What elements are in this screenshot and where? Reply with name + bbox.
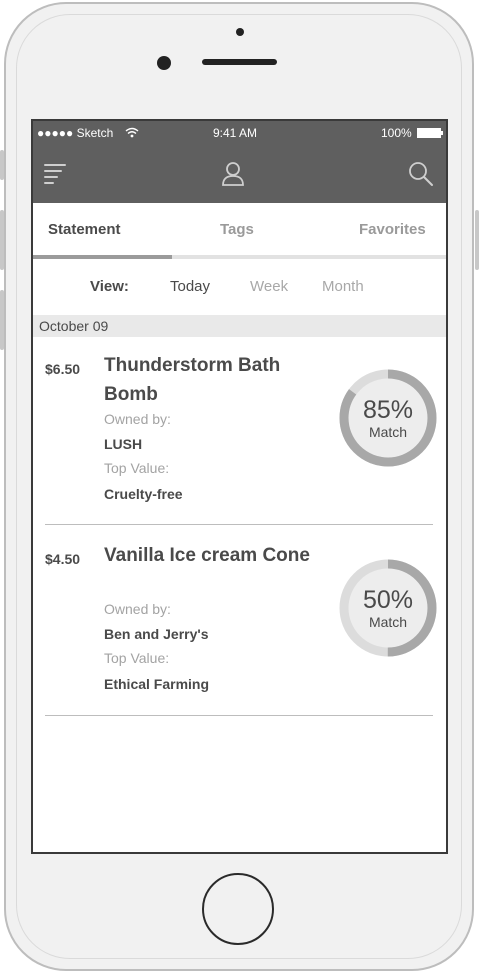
date-header: October 09 <box>33 315 446 337</box>
view-option-month[interactable]: Month <box>322 278 364 295</box>
top-value: Cruelty-free <box>104 486 183 502</box>
item-name: Vanilla Ice cream Cone <box>104 545 310 566</box>
battery-label: 100% <box>381 126 412 140</box>
search-icon[interactable] <box>408 161 434 187</box>
volume-button <box>0 150 4 180</box>
item-price: $4.50 <box>45 551 81 567</box>
match-gauge: 50% Match <box>337 557 439 659</box>
list-divider <box>45 524 433 525</box>
tab-tags[interactable]: Tags <box>220 221 254 238</box>
owner-value: Ben and Jerry's <box>104 626 209 642</box>
clock-label: 9:41 AM <box>213 126 258 140</box>
carrier-label: ●●●●● Sketch <box>37 126 114 140</box>
menu-icon[interactable] <box>43 161 67 187</box>
match-percent: 50% <box>362 586 414 614</box>
volume-button <box>0 290 4 350</box>
item-name: Thunderstorm Bath Bomb <box>104 355 281 405</box>
owned-by-label: Owned by: <box>104 411 171 427</box>
tab-track <box>33 255 446 259</box>
tab-bar: Statement Tags Favorites <box>33 203 446 259</box>
view-label: View: <box>90 278 129 295</box>
owner-value: LUSH <box>104 436 143 452</box>
camera-lens <box>157 56 171 70</box>
wifi-icon <box>125 127 139 138</box>
top-value-label: Top Value: <box>104 650 170 666</box>
volume-button <box>0 210 4 270</box>
power-button <box>475 210 479 270</box>
match-label: Match <box>368 424 408 440</box>
home-button[interactable] <box>202 873 274 945</box>
view-option-today[interactable]: Today <box>170 278 210 295</box>
speaker-grille <box>202 59 277 65</box>
list-item[interactable]: $4.50 Vanilla Ice cream Cone Owned by: B… <box>33 529 446 714</box>
nav-bar <box>33 145 446 203</box>
match-label: Match <box>368 614 408 630</box>
status-bar: ●●●●● Sketch 9:41 AM 100% <box>33 121 446 145</box>
match-percent: 85% <box>362 396 414 424</box>
list-divider <box>45 715 433 716</box>
sensor-dot <box>236 28 244 36</box>
list-item[interactable]: $6.50 Thunderstorm Bath Bomb Owned by: L… <box>33 339 446 524</box>
top-value: Ethical Farming <box>104 676 210 692</box>
app-screen: ●●●●● Sketch 9:41 AM 100% Statement Tags… <box>31 119 448 854</box>
tab-indicator <box>33 255 172 259</box>
owned-by-label: Owned by: <box>104 601 171 617</box>
match-gauge: 85% Match <box>337 367 439 469</box>
view-option-week[interactable]: Week <box>250 278 288 295</box>
view-filter: View: Today Week Month <box>33 271 446 301</box>
battery-icon <box>417 128 443 138</box>
date-label: October 09 <box>39 318 109 334</box>
tab-favorites[interactable]: Favorites <box>359 221 426 238</box>
top-value-label: Top Value: <box>104 460 170 476</box>
tab-statement[interactable]: Statement <box>48 221 121 238</box>
item-price: $6.50 <box>45 361 81 377</box>
user-icon[interactable] <box>221 161 245 187</box>
